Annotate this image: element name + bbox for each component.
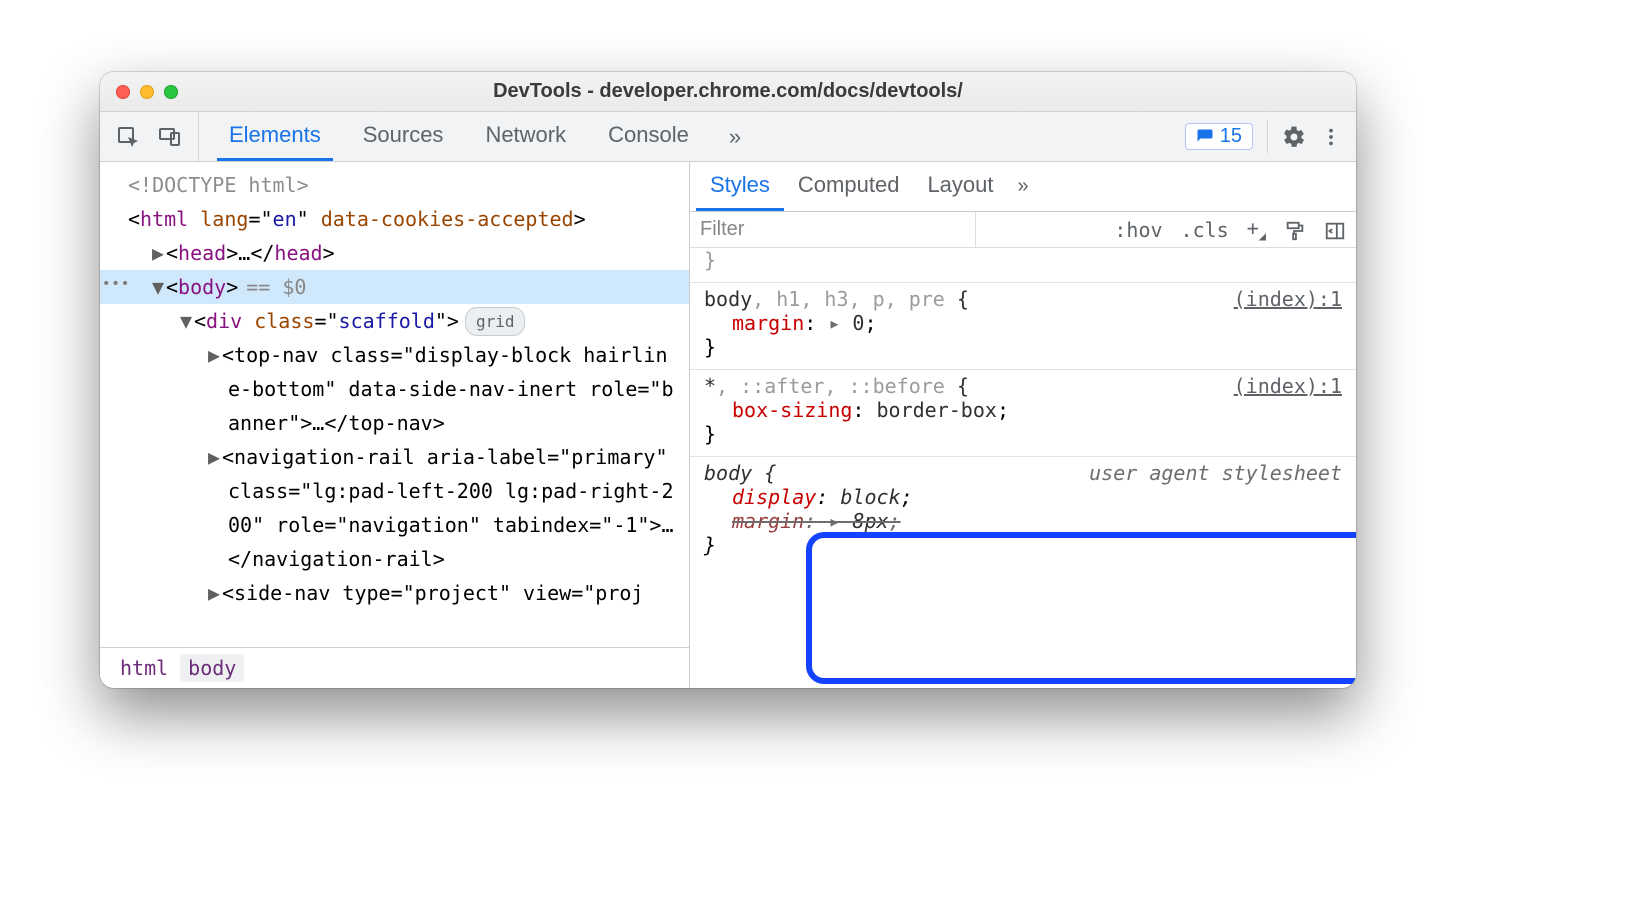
side-nav-node[interactable]: ▶<side-nav type="project" view="proj <box>100 576 689 610</box>
html-node[interactable]: <html lang="en" data-cookies-accepted> <box>100 202 689 236</box>
breadcrumb-body[interactable]: body <box>180 654 244 682</box>
main-toolbar: Elements Sources Network Console » 15 <box>100 112 1356 162</box>
minimize-window-button[interactable] <box>140 85 154 99</box>
grid-badge[interactable]: grid <box>465 307 526 336</box>
rule-cutoff-brace: } <box>690 248 1356 283</box>
issues-badge[interactable]: 15 <box>1185 123 1253 150</box>
settings-gear-icon[interactable] <box>1282 125 1306 149</box>
breadcrumb: html body <box>100 647 689 688</box>
device-toggle-icon[interactable] <box>156 123 184 151</box>
style-rule[interactable]: (index):1 *, ::after, ::before { box-siz… <box>690 370 1356 457</box>
style-rule-user-agent[interactable]: user agent stylesheet body { display: bl… <box>690 457 1356 567</box>
styles-rules-list: } (index):1 body, h1, h3, p, pre { margi… <box>690 248 1356 688</box>
tab-network[interactable]: Network <box>473 112 578 161</box>
style-rule[interactable]: (index):1 body, h1, h3, p, pre { margin:… <box>690 283 1356 370</box>
main-tabs: Elements Sources Network Console » <box>199 112 751 161</box>
rule-source-link[interactable]: (index):1 <box>1234 374 1342 398</box>
hov-toggle[interactable]: :hov <box>1114 218 1162 242</box>
tab-sources[interactable]: Sources <box>351 112 456 161</box>
doctype-node: <!DOCTYPE html> <box>128 173 309 197</box>
titlebar: DevTools - developer.chrome.com/docs/dev… <box>100 72 1356 112</box>
rule-source-user-agent: user agent stylesheet <box>1089 461 1342 485</box>
rule-source-link[interactable]: (index):1 <box>1234 287 1342 311</box>
head-node[interactable]: ▶<head>…</head> <box>100 236 689 270</box>
dom-tree[interactable]: <!DOCTYPE html> <html lang="en" data-coo… <box>100 162 689 647</box>
elements-tree-pane: <!DOCTYPE html> <html lang="en" data-coo… <box>100 162 690 688</box>
top-nav-node[interactable]: ▶<top-nav class="display-block hairlin <box>100 338 689 372</box>
tabs-overflow-icon[interactable]: » <box>719 112 751 161</box>
subtab-layout[interactable]: Layout <box>913 162 1007 211</box>
traffic-lights <box>100 85 178 99</box>
paint-format-icon[interactable] <box>1284 217 1306 242</box>
styles-pane: Styles Computed Layout » :hov .cls +◢ <box>690 162 1356 688</box>
new-rule-button[interactable]: +◢ <box>1247 216 1266 243</box>
scaffold-node[interactable]: ▼<div class="scaffold">grid <box>100 304 689 338</box>
kebab-menu-icon[interactable] <box>1320 126 1342 148</box>
window-title: DevTools - developer.chrome.com/docs/dev… <box>100 80 1356 103</box>
styles-filter-bar: :hov .cls +◢ <box>690 212 1356 248</box>
breadcrumb-html[interactable]: html <box>112 654 176 682</box>
subtabs-overflow-icon[interactable]: » <box>1008 162 1039 211</box>
sidebar-subtabs: Styles Computed Layout » <box>690 162 1356 212</box>
devtools-window: DevTools - developer.chrome.com/docs/dev… <box>100 72 1356 688</box>
separator <box>1267 120 1268 153</box>
issues-count: 15 <box>1220 125 1242 148</box>
tab-elements[interactable]: Elements <box>217 112 333 161</box>
styles-filter-input[interactable] <box>690 212 976 247</box>
zoom-window-button[interactable] <box>164 85 178 99</box>
body-node-selected[interactable]: ▼<body>== $0 <box>100 270 689 304</box>
navigation-rail-node[interactable]: ▶<navigation-rail aria-label="primary" <box>100 440 689 474</box>
subtab-styles[interactable]: Styles <box>696 162 784 211</box>
toggle-sidebar-icon[interactable] <box>1324 217 1346 242</box>
cls-toggle[interactable]: .cls <box>1181 218 1229 242</box>
tab-console[interactable]: Console <box>596 112 701 161</box>
close-window-button[interactable] <box>116 85 130 99</box>
subtab-computed[interactable]: Computed <box>784 162 914 211</box>
inspect-icon[interactable] <box>114 123 142 151</box>
